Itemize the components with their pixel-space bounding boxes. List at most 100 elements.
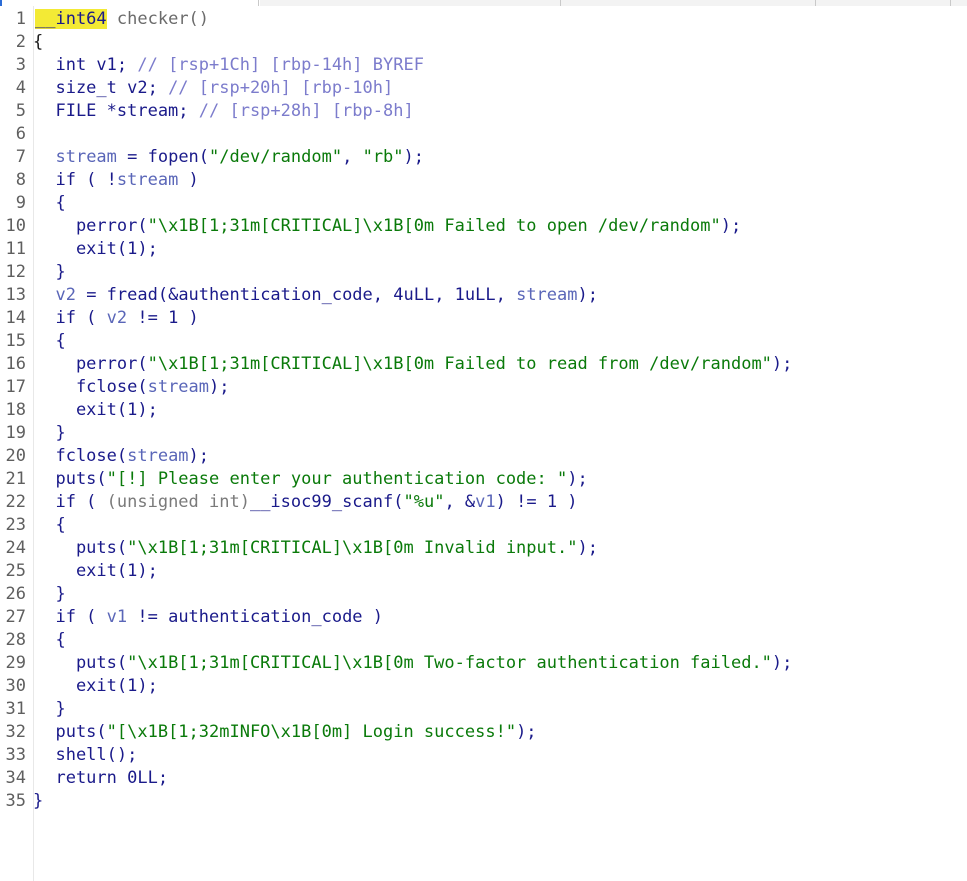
code-line[interactable]: 11 exit(1);	[0, 238, 967, 261]
code-text[interactable]: puts("\x1B[1;31m[CRITICAL]\x1B[0m Two-fa…	[35, 652, 792, 675]
code-token: stream	[516, 285, 578, 305]
line-number: 33	[5, 745, 26, 765]
code-line[interactable]: 1 __int64 checker()	[0, 8, 967, 31]
code-text[interactable]: size_t v2; // [rsp+20h] [rbp-10h]	[35, 77, 393, 100]
code-token: != authentication_code )	[127, 607, 384, 627]
code-line[interactable]: 14 if ( v2 != 1 )	[0, 307, 967, 330]
code-token: v1	[106, 607, 128, 627]
code-line[interactable]: 33 shell();	[0, 744, 967, 767]
code-text[interactable]: puts("[\x1B[1;32mINFO\x1B[0m] Login succ…	[35, 721, 536, 744]
line-number: 35	[5, 791, 26, 811]
code-line[interactable]: 35}	[0, 790, 967, 813]
code-text[interactable]: exit(1);	[35, 238, 158, 261]
code-text[interactable]: shell();	[35, 744, 137, 767]
line-number: 25	[5, 561, 26, 581]
code-text[interactable]: {	[35, 514, 65, 537]
code-token: perror(	[35, 216, 148, 236]
tab-pseudocode[interactable]	[0, 0, 260, 6]
code-token: }	[33, 791, 44, 811]
code-line[interactable]: 34 return 0LL;	[0, 767, 967, 790]
code-text[interactable]: {	[35, 192, 65, 215]
code-text[interactable]: if ( !stream )	[35, 169, 198, 192]
code-text[interactable]: if ( v2 != 1 )	[35, 307, 198, 330]
line-number: 17	[5, 377, 26, 397]
code-text[interactable]: }	[35, 261, 65, 284]
line-number: 28	[5, 630, 26, 650]
code-line[interactable]: 26 }	[0, 583, 967, 606]
code-line[interactable]: 8 if ( !stream )	[0, 169, 967, 192]
code-token: puts(	[35, 653, 128, 673]
code-line[interactable]: 29 puts("\x1B[1;31m[CRITICAL]\x1B[0m Two…	[0, 652, 967, 675]
code-line[interactable]: 20 fclose(stream);	[0, 445, 967, 468]
code-line[interactable]: 25 exit(1);	[0, 560, 967, 583]
code-token: shell();	[35, 745, 138, 765]
code-text[interactable]: FILE *stream; // [rsp+28h] [rbp-8h]	[35, 100, 413, 123]
code-line[interactable]: 2{	[0, 31, 967, 54]
line-number: 18	[5, 400, 26, 420]
code-line[interactable]: 17 fclose(stream);	[0, 376, 967, 399]
code-line[interactable]: 28 {	[0, 629, 967, 652]
code-area[interactable]: 1 __int64 checker() 2{3 int v1; // [rsp+1C…	[0, 8, 967, 813]
code-text[interactable]: fclose(stream);	[35, 376, 230, 399]
line-number: 15	[5, 331, 26, 351]
line-number: 31	[5, 699, 26, 719]
code-text[interactable]: if ( (unsigned int)__isoc99_scanf("%u", …	[35, 491, 577, 514]
code-token: exit(1);	[35, 239, 158, 259]
code-line[interactable]: 18 exit(1);	[0, 399, 967, 422]
code-text[interactable]: stream = fopen("/dev/random", "rb");	[35, 146, 424, 169]
code-text[interactable]: {	[35, 330, 65, 353]
code-token: if (	[35, 607, 107, 627]
code-line[interactable]: 27 if ( v1 != authentication_code )	[0, 606, 967, 629]
code-text[interactable]: {	[35, 629, 65, 652]
code-line[interactable]: 24 puts("\x1B[1;31m[CRITICAL]\x1B[0m Inv…	[0, 537, 967, 560]
code-line[interactable]: 32 puts("[\x1B[1;32mINFO\x1B[0m] Login s…	[0, 721, 967, 744]
code-line[interactable]: 9 {	[0, 192, 967, 215]
code-token: fclose(	[35, 446, 128, 466]
code-line[interactable]: 12 }	[0, 261, 967, 284]
code-line[interactable]: 13 v2 = fread(&authentication_code, 4uLL…	[0, 284, 967, 307]
code-token: v1	[475, 492, 496, 512]
code-text[interactable]: puts("\x1B[1;31m[CRITICAL]\x1B[0m Invali…	[35, 537, 598, 560]
code-line[interactable]: 22 if ( (unsigned int)__isoc99_scanf("%u…	[0, 491, 967, 514]
pseudocode-editor[interactable]: 1 __int64 checker() 2{3 int v1; // [rsp+1C…	[0, 0, 967, 881]
code-line[interactable]: 21 puts("[!] Please enter your authentic…	[0, 468, 967, 491]
code-text[interactable]: exit(1);	[35, 675, 158, 698]
code-text[interactable]: int v1; // [rsp+1Ch] [rbp-14h] BYREF	[35, 54, 424, 77]
code-line[interactable]: 16 perror("\x1B[1;31m[CRITICAL]\x1B[0m F…	[0, 353, 967, 376]
code-text[interactable]: __int64 checker()	[35, 8, 209, 31]
code-text[interactable]: perror("\x1B[1;31m[CRITICAL]\x1B[0m Fail…	[35, 215, 741, 238]
code-text[interactable]: exit(1);	[35, 399, 158, 422]
line-number: 8	[15, 170, 26, 190]
code-text[interactable]: }	[33, 790, 43, 813]
code-line[interactable]: 5 FILE *stream; // [rsp+28h] [rbp-8h]	[0, 100, 967, 123]
code-text[interactable]: return 0LL;	[35, 767, 168, 790]
code-text[interactable]: exit(1);	[35, 560, 158, 583]
code-text[interactable]: }	[35, 583, 65, 606]
code-line[interactable]: 7 stream = fopen("/dev/random", "rb");	[0, 146, 967, 169]
code-line[interactable]: 31 }	[0, 698, 967, 721]
line-number: 5	[15, 101, 26, 121]
code-text[interactable]: }	[35, 698, 65, 721]
code-token: v2	[55, 285, 76, 305]
code-line[interactable]: 19 }	[0, 422, 967, 445]
code-line[interactable]: 10 perror("\x1B[1;31m[CRITICAL]\x1B[0m F…	[0, 215, 967, 238]
code-text[interactable]: v2 = fread(&authentication_code, 4uLL, 1…	[35, 284, 598, 307]
code-text[interactable]: if ( v1 != authentication_code )	[35, 606, 383, 629]
line-number: 1	[15, 9, 26, 29]
code-line[interactable]: 6	[0, 123, 967, 146]
code-line[interactable]: 3 int v1; // [rsp+1Ch] [rbp-14h] BYREF	[0, 54, 967, 77]
code-line[interactable]: 30 exit(1);	[0, 675, 967, 698]
code-line[interactable]: 15 {	[0, 330, 967, 353]
line-number: 16	[5, 354, 26, 374]
code-text[interactable]: }	[35, 422, 65, 445]
code-text[interactable]: puts("[!] Please enter your authenticati…	[35, 468, 587, 491]
code-token: );	[577, 285, 598, 305]
code-token: // [rsp+1Ch] [rbp-14h] BYREF	[137, 55, 424, 75]
code-text[interactable]: {	[33, 31, 43, 54]
code-line[interactable]: 4 size_t v2; // [rsp+20h] [rbp-10h]	[0, 77, 967, 100]
code-text[interactable]: fclose(stream);	[35, 445, 209, 468]
code-text[interactable]: perror("\x1B[1;31m[CRITICAL]\x1B[0m Fail…	[35, 353, 792, 376]
tab-bar	[0, 0, 967, 6]
code-line[interactable]: 23 {	[0, 514, 967, 537]
